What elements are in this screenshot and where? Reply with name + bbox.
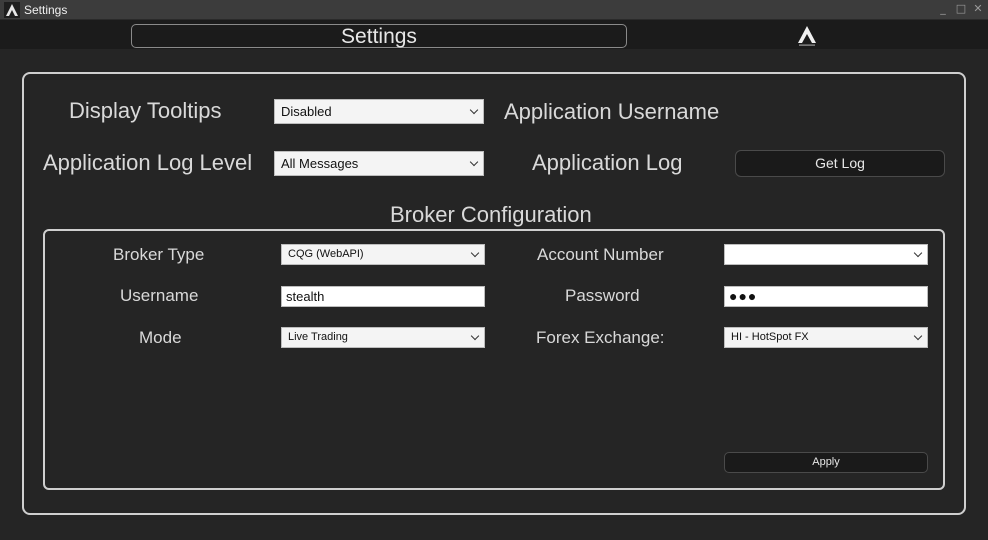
password-label: Password xyxy=(565,286,640,305)
apply-button[interactable]: Apply xyxy=(724,452,928,473)
maximize-icon[interactable]: □ xyxy=(954,2,968,16)
chevron-down-icon xyxy=(913,248,923,257)
window-title: Settings xyxy=(24,3,68,17)
username-label: Username xyxy=(120,286,199,305)
mode-value: Live Trading xyxy=(288,331,348,343)
close-icon[interactable]: ✕ xyxy=(971,2,985,16)
app-log-label: Application Log xyxy=(532,150,683,175)
username-input[interactable] xyxy=(281,286,485,307)
log-level-value: All Messages xyxy=(281,156,359,171)
forex-exchange-select[interactable]: HI - HotSpot FX xyxy=(724,327,928,348)
broker-config-title: Broker Configuration xyxy=(390,202,592,227)
account-number-label: Account Number xyxy=(537,245,664,264)
display-tooltips-select[interactable]: Disabled xyxy=(274,99,484,124)
broker-config-panel xyxy=(43,229,945,490)
broker-type-label: Broker Type xyxy=(113,245,205,264)
app-username-label: Application Username xyxy=(504,99,720,124)
page-title-box: Settings xyxy=(131,24,627,48)
log-level-label: Application Log Level xyxy=(43,150,253,175)
app-logo-icon xyxy=(798,26,816,46)
chevron-down-icon xyxy=(469,157,479,166)
display-tooltips-label: Display Tooltips xyxy=(69,98,222,123)
broker-type-select[interactable]: CQG (WebAPI) xyxy=(281,244,485,265)
page-title: Settings xyxy=(341,25,417,48)
forex-exchange-value: HI - HotSpot FX xyxy=(731,331,809,343)
display-tooltips-value: Disabled xyxy=(281,104,332,119)
mode-select[interactable]: Live Trading xyxy=(281,327,485,348)
get-log-button[interactable]: Get Log xyxy=(735,150,945,177)
chevron-down-icon xyxy=(470,248,480,257)
minimize-icon[interactable]: _ xyxy=(936,2,950,16)
chevron-down-icon xyxy=(469,105,479,114)
chevron-down-icon xyxy=(913,331,923,340)
mode-label: Mode xyxy=(139,328,182,347)
app-icon xyxy=(4,2,20,18)
log-level-select[interactable]: All Messages xyxy=(274,151,484,176)
broker-type-value: CQG (WebAPI) xyxy=(288,248,364,260)
forex-exchange-label: Forex Exchange: xyxy=(536,328,665,347)
account-number-select[interactable] xyxy=(724,244,928,265)
chevron-down-icon xyxy=(470,331,480,340)
window-titlebar: Settings _ □ ✕ xyxy=(0,0,988,20)
password-input[interactable]: ●●● xyxy=(724,286,928,307)
